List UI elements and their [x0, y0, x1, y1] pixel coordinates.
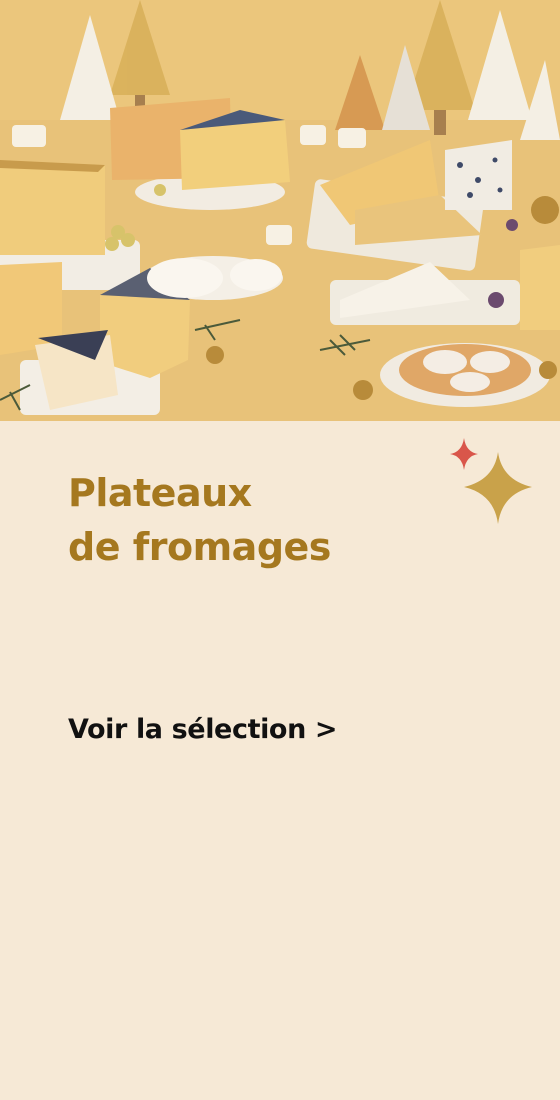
sparkle-icon	[450, 438, 532, 524]
sparkle-small-icon	[450, 438, 478, 470]
promo-title-line-2: de fromages	[68, 525, 331, 569]
cheese-platter-illustration	[0, 0, 560, 421]
promo-card[interactable]: Plateaux de fromages Voir la sélection >	[0, 0, 560, 1100]
promo-title-line-1: Plateaux	[68, 471, 252, 515]
sparkle-large-icon	[464, 452, 532, 524]
promo-title: Plateaux de fromages	[68, 466, 331, 574]
hero-image[interactable]	[0, 0, 560, 421]
see-selection-link[interactable]: Voir la sélection >	[68, 714, 338, 745]
